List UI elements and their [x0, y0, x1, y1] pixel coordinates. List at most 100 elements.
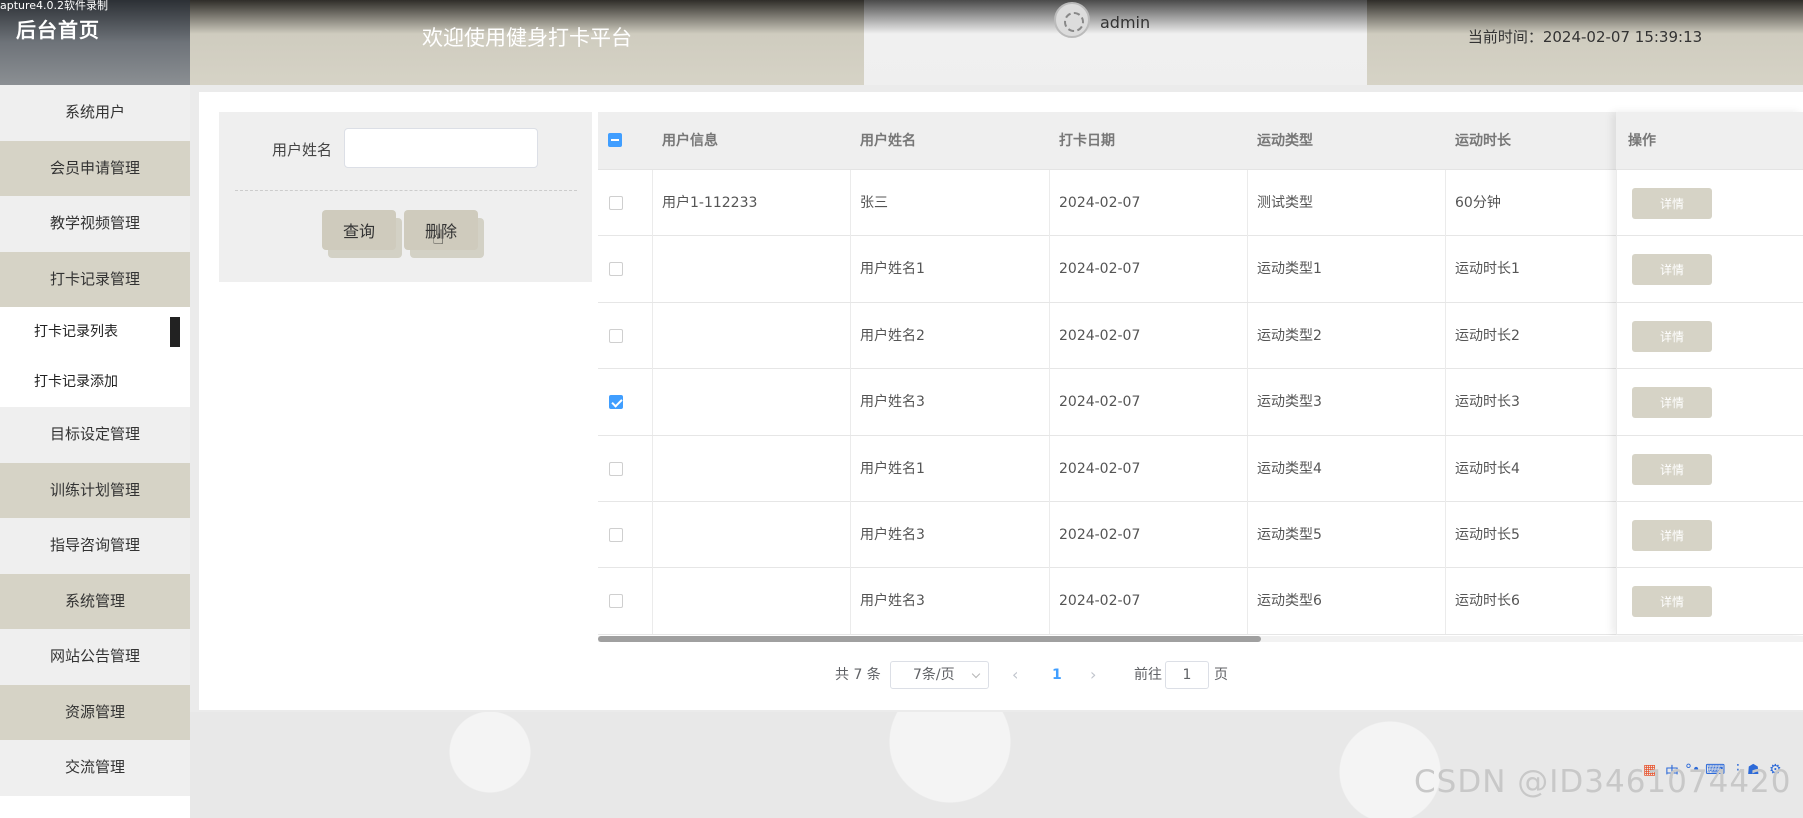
column-separator [1247, 369, 1248, 436]
column-separator [652, 568, 653, 635]
cell-checkin-date: 2024-02-07 [1059, 327, 1141, 344]
cell-user-name: 用户姓名3 [860, 527, 925, 543]
brand-area: apture4.0.2软件录制 后台首页 [0, 0, 190, 85]
table-row: 用户1-112233 张三 2024-02-07 测试类型 60分钟 详情 [598, 170, 1803, 237]
cell-checkin-date: 2024-02-07 [1059, 261, 1141, 278]
column-separator [1049, 302, 1050, 369]
sidebar-item-goals[interactable]: 目标设定管理 [0, 407, 190, 463]
username-search-input[interactable] [344, 128, 538, 168]
sidebar-item-announcements[interactable]: 网站公告管理 [0, 629, 190, 685]
column-separator [850, 236, 851, 303]
column-separator [1049, 568, 1050, 635]
sidebar-item-resources[interactable]: 资源管理 [0, 684, 190, 740]
pagination-total: 共 7 条 [835, 667, 881, 683]
cell-exercise-duration: 60分钟 [1455, 195, 1501, 211]
column-separator [1616, 302, 1617, 369]
cell-user-info: 用户1-112233 [662, 195, 758, 211]
cell-exercise-duration: 运动时长5 [1455, 527, 1520, 543]
horizontal-scrollbar[interactable] [598, 636, 1803, 642]
sidebar-item-training-plans[interactable]: 训练计划管理 [0, 462, 190, 518]
detail-button[interactable]: 详情 [1632, 320, 1712, 352]
cell-checkin-date: 2024-02-07 [1059, 460, 1141, 477]
brand-title[interactable]: 后台首页 [16, 14, 100, 43]
col-user-info: 用户信息 [662, 133, 718, 149]
table-row: 用户姓名1 2024-02-07 运动类型4 运动时长4 详情 [598, 435, 1803, 502]
cell-user-name: 用户姓名2 [860, 327, 925, 344]
sidebar-item-checkin-records[interactable]: 打卡记录管理 [0, 251, 190, 307]
detail-button[interactable]: 详情 [1632, 520, 1712, 551]
column-separator [652, 236, 653, 303]
sidebar-item-videos[interactable]: 教学视频管理 [0, 196, 190, 252]
cell-exercise-duration: 运动时长4 [1455, 460, 1520, 477]
table-row: 用户姓名3 2024-02-07 运动类型6 运动时长6 详情 [598, 568, 1803, 635]
sidebar-item-membership[interactable]: 会员申请管理 [0, 140, 190, 196]
cell-exercise-duration: 运动时长2 [1455, 327, 1520, 344]
page-number-current[interactable]: 1 [1052, 661, 1062, 689]
page-size-value: 7条/页 [913, 667, 955, 683]
cell-exercise-type: 测试类型 [1257, 195, 1313, 211]
page-size-select[interactable]: 7条/页 [890, 661, 989, 689]
column-separator [1247, 236, 1248, 303]
sidebar-item-system-users[interactable]: 系统用户 [0, 85, 190, 141]
sidebar-item-forum[interactable]: 交流管理 [0, 740, 190, 796]
column-separator [1049, 236, 1050, 303]
select-all-checkbox[interactable] [608, 133, 622, 147]
column-separator [1445, 236, 1446, 303]
scrollbar-thumb[interactable] [598, 636, 1261, 642]
column-separator [850, 302, 851, 369]
column-separator [1445, 502, 1446, 568]
recorder-overlay-text: apture4.0.2软件录制 [0, 0, 109, 12]
cell-exercise-type: 运动类型3 [1257, 394, 1322, 411]
watermark: CSDN @ID3461074420 [1414, 764, 1792, 800]
sidebar-subitem-label: 打卡记录列表 [34, 324, 118, 340]
col-exercise-type: 运动类型 [1257, 133, 1313, 149]
detail-button[interactable]: 详情 [1632, 586, 1712, 618]
cell-checkin-date: 2024-02-07 [1059, 593, 1141, 610]
table-row: 用户姓名3 2024-02-07 运动类型5 运动时长5 详情 [598, 502, 1803, 569]
detail-button[interactable]: 详情 [1632, 254, 1712, 286]
cell-exercise-type: 运动类型2 [1257, 327, 1322, 344]
cell-exercise-duration: 运动时长6 [1455, 593, 1520, 610]
query-button[interactable]: 查询 [322, 210, 396, 250]
cell-exercise-type: 运动类型6 [1257, 593, 1322, 610]
column-separator [1616, 369, 1617, 436]
column-separator [1445, 369, 1446, 436]
active-marker [170, 317, 180, 347]
sidebar-subitem-checkin-add[interactable]: 打卡记录添加 [0, 357, 190, 407]
next-page-icon[interactable]: › [1090, 661, 1096, 689]
column-separator [1247, 568, 1248, 635]
search-panel: 用户姓名 查询 删除 [219, 112, 592, 282]
detail-button[interactable]: 详情 [1632, 387, 1712, 419]
row-checkbox[interactable] [609, 528, 623, 542]
column-separator [1616, 236, 1617, 303]
column-separator [652, 302, 653, 369]
column-separator [1616, 502, 1617, 568]
column-separator [1616, 170, 1617, 236]
row-checkbox[interactable] [609, 395, 623, 410]
sidebar-subitem-checkin-list[interactable]: 打卡记录列表 [0, 307, 190, 357]
username[interactable]: admin [1100, 13, 1150, 32]
table-header: 用户信息 用户姓名 打卡日期 运动类型 运动时长 操作 [598, 112, 1803, 170]
page-jump-input[interactable] [1165, 661, 1209, 689]
checkin-table: 用户信息 用户姓名 打卡日期 运动类型 运动时长 操作 用户1-112233 张三… [598, 112, 1803, 637]
row-checkbox[interactable] [609, 262, 623, 277]
row-checkbox[interactable] [609, 594, 623, 609]
cell-exercise-duration: 运动时长3 [1455, 394, 1520, 411]
column-separator [850, 170, 851, 236]
detail-button[interactable]: 详情 [1632, 188, 1712, 219]
detail-button[interactable]: 详情 [1632, 453, 1712, 485]
column-separator [1049, 369, 1050, 436]
col-actions: 操作 [1628, 133, 1656, 149]
sidebar-item-system-admin[interactable]: 系统管理 [0, 573, 190, 629]
row-checkbox[interactable] [609, 328, 623, 343]
cell-user-name: 用户姓名3 [860, 593, 925, 610]
current-time: 当前时间：2024-02-07 15:39:13 [1367, 0, 1803, 85]
sidebar-item-consultation[interactable]: 指导咨询管理 [0, 518, 190, 574]
avatar[interactable] [1054, 2, 1090, 38]
row-checkbox[interactable] [609, 461, 623, 476]
row-checkbox[interactable] [609, 196, 623, 210]
chevron-down-icon [971, 669, 981, 679]
search-label: 用户姓名 [272, 141, 333, 159]
table-row: 用户姓名2 2024-02-07 运动类型2 运动时长2 详情 [598, 302, 1803, 370]
prev-page-icon[interactable]: ‹ [1012, 661, 1018, 689]
